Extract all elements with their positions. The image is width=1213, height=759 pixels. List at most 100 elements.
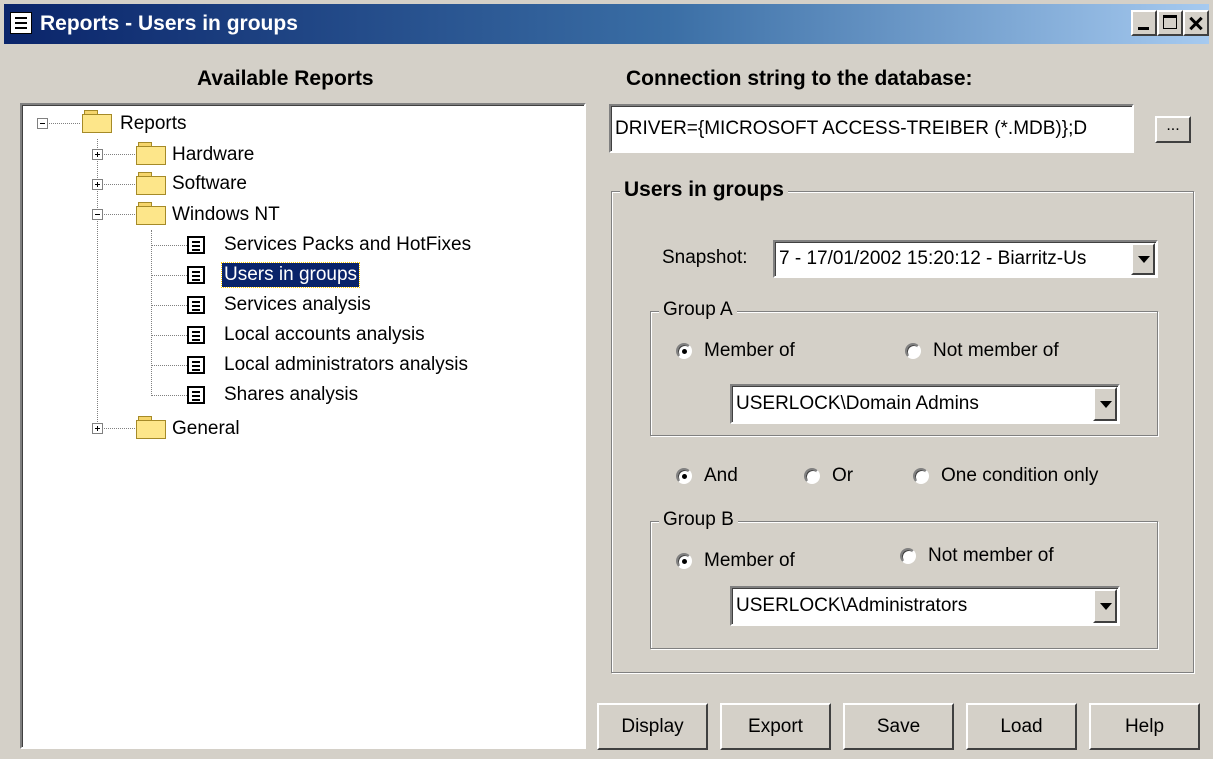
tree-node-label: Local administrators analysis	[224, 354, 468, 375]
users-in-groups-title: Users in groups	[620, 178, 788, 202]
radio-unchecked-icon	[905, 343, 921, 359]
radio-checked-icon	[676, 553, 692, 569]
group-a-not-member-radio[interactable]: Not member of	[905, 340, 1059, 362]
logic-and-label: And	[704, 465, 738, 486]
chevron-down-icon[interactable]	[1093, 589, 1117, 623]
report-window-icon[interactable]	[10, 12, 32, 34]
folder-open-icon	[82, 110, 112, 133]
tree-connector	[151, 230, 152, 396]
collapse-toggle-icon[interactable]	[37, 118, 48, 129]
report-icon	[187, 236, 205, 254]
tree-node-label: General	[172, 418, 240, 439]
tree-connector	[97, 214, 137, 215]
folder-open-icon	[136, 202, 166, 225]
radio-checked-icon	[676, 468, 692, 484]
save-button[interactable]: Save	[843, 703, 954, 750]
maximize-button[interactable]	[1157, 10, 1183, 36]
folder-icon	[136, 172, 166, 195]
tree-node-reports[interactable]: Reports	[118, 109, 189, 139]
radio-unchecked-icon	[913, 468, 929, 484]
help-button[interactable]: Help	[1089, 703, 1200, 750]
group-a-title: Group A	[659, 299, 737, 321]
tree-connector	[151, 305, 187, 306]
group-b-member-label: Member of	[704, 550, 795, 571]
export-button[interactable]: Export	[720, 703, 831, 750]
logic-or-label: Or	[832, 465, 854, 486]
tree-item-services-analysis[interactable]: Services analysis	[222, 290, 373, 320]
tree-item-local-administrators[interactable]: Local administrators analysis	[222, 350, 470, 380]
tree-node-windows-nt[interactable]: Windows NT	[170, 200, 282, 230]
tree-connector	[151, 365, 187, 366]
group-b-not-member-radio[interactable]: Not member of	[900, 545, 1054, 567]
tree-node-general[interactable]: General	[170, 414, 242, 444]
tree-connector	[97, 184, 137, 185]
expand-toggle-icon[interactable]	[92, 149, 103, 160]
tree-item-shares-analysis[interactable]: Shares analysis	[222, 380, 360, 410]
expand-toggle-icon[interactable]	[92, 179, 103, 190]
snapshot-select[interactable]: 7 - 17/01/2002 15:20:12 - Biarritz-Us	[773, 240, 1158, 278]
logic-one-condition-label: One condition only	[941, 465, 1099, 486]
report-icon	[187, 386, 205, 404]
tree-connector	[97, 428, 137, 429]
tree-node-label: Windows NT	[172, 204, 280, 225]
report-window: Reports - Users in groups Available Repo…	[0, 0, 1213, 759]
minimize-button[interactable]	[1131, 10, 1157, 36]
close-button[interactable]	[1183, 10, 1209, 36]
tree-node-software[interactable]: Software	[170, 169, 249, 199]
folder-icon	[136, 142, 166, 165]
radio-unchecked-icon	[804, 468, 820, 484]
window-title: Reports - Users in groups	[40, 12, 298, 35]
group-b-value: USERLOCK\Administrators	[736, 595, 968, 616]
chevron-down-icon[interactable]	[1131, 243, 1155, 275]
reports-tree[interactable]: Reports Hardware Software Windows NT Ser…	[20, 103, 586, 749]
display-button[interactable]: Display	[597, 703, 708, 750]
tree-connector	[151, 395, 187, 396]
collapse-toggle-icon[interactable]	[92, 209, 103, 220]
group-b-select[interactable]: USERLOCK\Administrators	[730, 586, 1120, 626]
tree-node-hardware[interactable]: Hardware	[170, 140, 256, 170]
group-a-member-radio[interactable]: Member of	[676, 340, 795, 362]
tree-node-label: Services Packs and HotFixes	[224, 234, 472, 255]
radio-unchecked-icon	[900, 548, 916, 564]
tree-connector	[151, 275, 187, 276]
logic-or-radio[interactable]: Or	[804, 465, 853, 487]
report-icon	[187, 296, 205, 314]
report-icon	[187, 326, 205, 344]
tree-node-label: Reports	[120, 113, 187, 134]
radio-checked-icon	[676, 343, 692, 359]
tree-node-label: Hardware	[172, 144, 255, 165]
group-a-value: USERLOCK\Domain Admins	[736, 393, 979, 414]
group-a-not-member-label: Not member of	[933, 340, 1059, 361]
title-bar[interactable]: Reports - Users in groups	[4, 4, 1209, 44]
snapshot-label: Snapshot:	[662, 247, 748, 268]
expand-toggle-icon[interactable]	[92, 423, 103, 434]
tree-connector	[97, 154, 137, 155]
snapshot-value: 7 - 17/01/2002 15:20:12 - Biarritz-Us	[779, 248, 1087, 269]
group-b-not-member-label: Not member of	[928, 545, 1054, 566]
tree-node-label: Users in groups	[220, 262, 361, 288]
tree-item-users-in-groups[interactable]: Users in groups	[220, 260, 361, 290]
chevron-down-icon[interactable]	[1093, 387, 1117, 421]
report-icon	[187, 266, 205, 284]
group-a-member-label: Member of	[704, 340, 795, 361]
logic-one-condition-radio[interactable]: One condition only	[913, 465, 1098, 487]
logic-and-radio[interactable]: And	[676, 465, 738, 487]
group-b-member-radio[interactable]: Member of	[676, 550, 795, 572]
tree-connector	[151, 335, 187, 336]
available-reports-heading: Available Reports	[197, 67, 374, 90]
tree-node-label: Local accounts analysis	[224, 324, 425, 345]
connection-string-input[interactable]: DRIVER={MICROSOFT ACCESS-TREIBER (*.MDB)…	[609, 104, 1134, 153]
tree-item-services-packs[interactable]: Services Packs and HotFixes	[222, 230, 473, 260]
tree-item-local-accounts[interactable]: Local accounts analysis	[222, 320, 427, 350]
group-a-select[interactable]: USERLOCK\Domain Admins	[730, 384, 1120, 424]
group-b-title: Group B	[659, 509, 738, 531]
load-button[interactable]: Load	[966, 703, 1077, 750]
tree-node-label: Software	[172, 173, 247, 194]
tree-connector	[151, 245, 187, 246]
tree-node-label: Shares analysis	[224, 384, 359, 405]
report-icon	[187, 356, 205, 374]
browse-connection-button[interactable]: ...	[1155, 116, 1191, 143]
connection-string-heading: Connection string to the database:	[626, 67, 973, 90]
tree-node-label: Services analysis	[224, 294, 371, 315]
group-b-groupbox: Group B	[650, 509, 1158, 649]
